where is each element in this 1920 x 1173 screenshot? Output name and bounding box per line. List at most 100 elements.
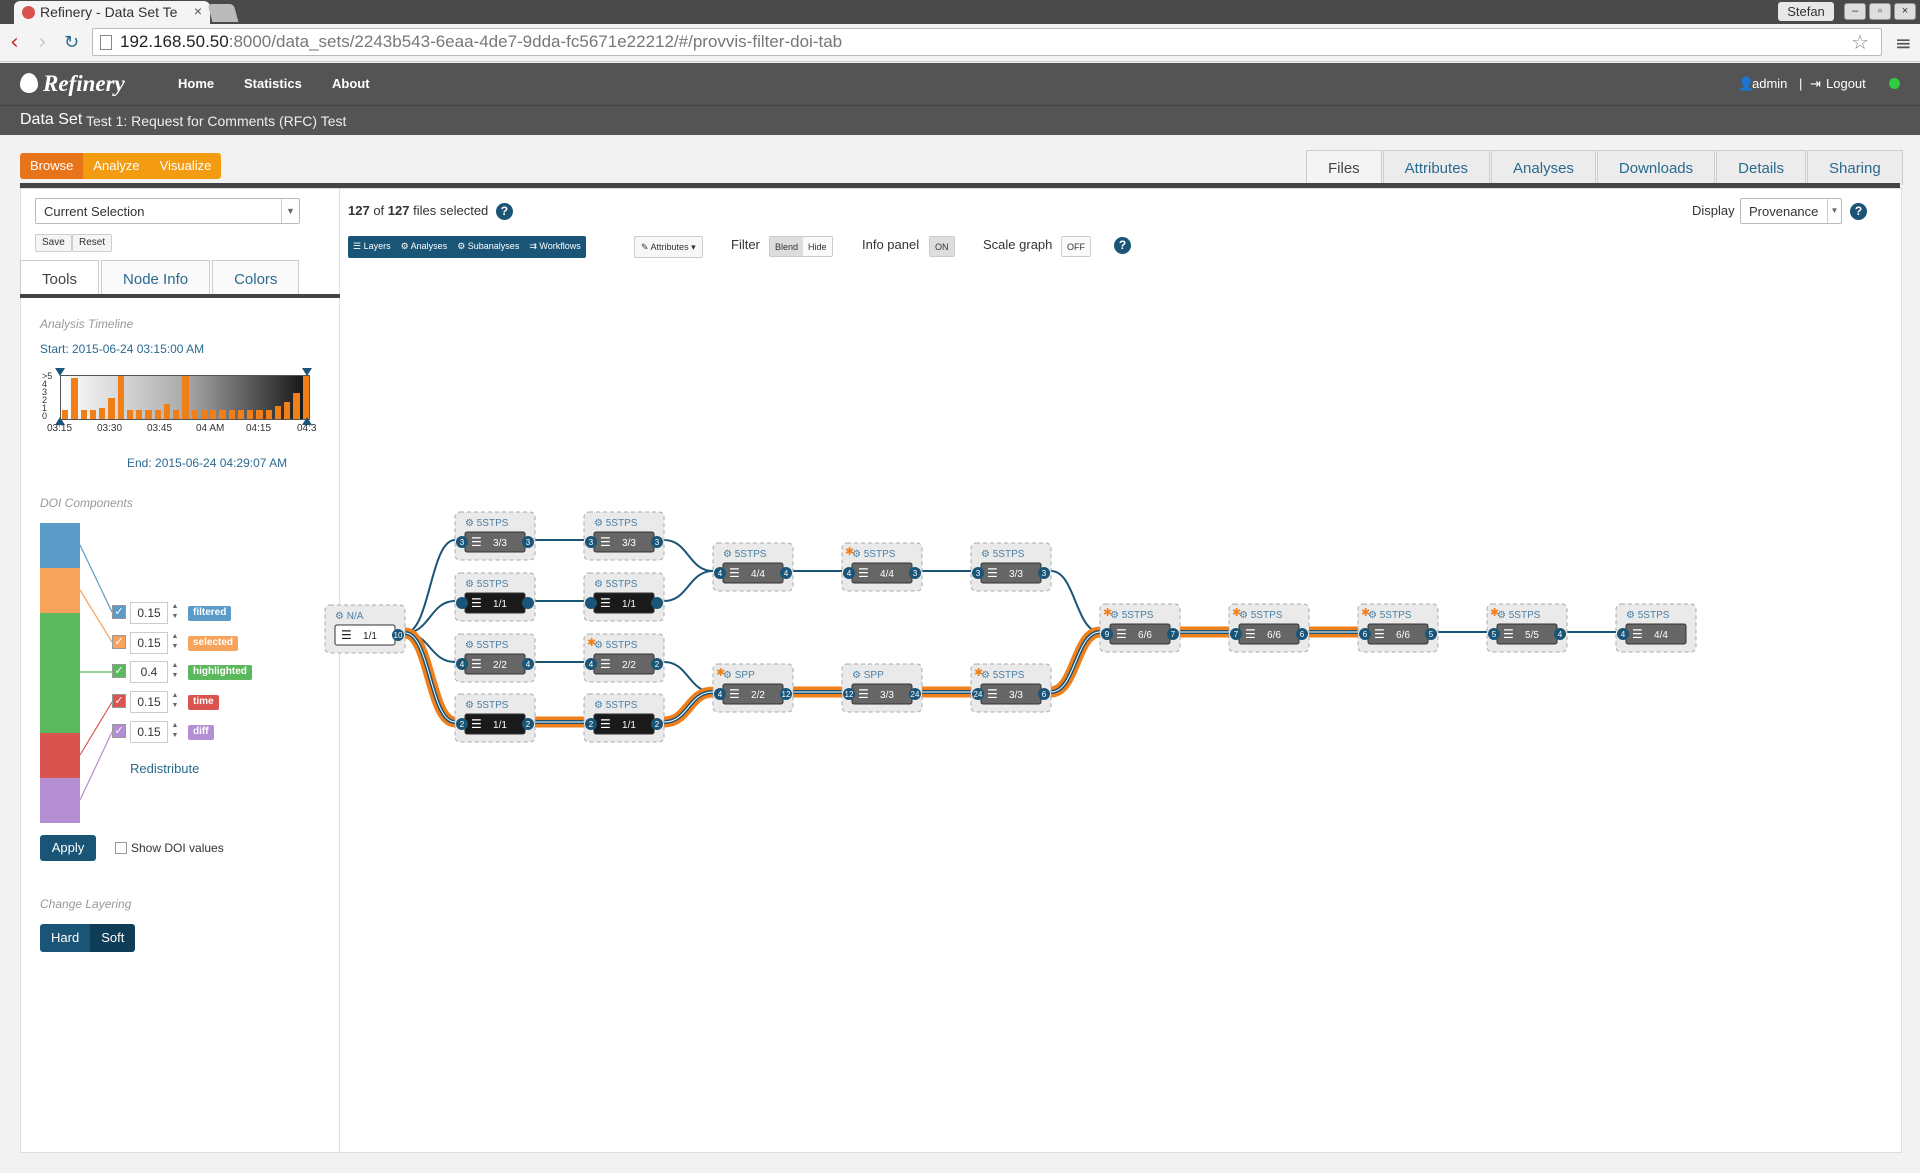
analysis-node-title: ⚙ 5STPS [594,640,638,651]
graph-edge[interactable] [663,570,714,602]
changed-star-icon: ✱ [1490,606,1499,619]
changed-star-icon: ✱ [974,666,983,679]
analysis-node[interactable]: ⚙ 5STPS ☰ 1/1 [454,572,536,622]
port-label: 3 [589,538,594,547]
port-label: 4 [847,569,852,578]
analysis-node[interactable]: ⚙ 5STPS✱ ☰ 6/6 6 5 [1357,603,1439,653]
file-count: 1/1 [493,599,507,610]
analysis-node[interactable]: ⚙ 5STPS✱ ☰ 2/2 4 2 [583,633,665,683]
analysis-node-title: ⚙ SPP [723,670,755,681]
analysis-node-title: ⚙ 5STPS [594,518,638,529]
analysis-node[interactable]: ⚙ 5STPS ☰ 3/3 3 3 [454,511,536,561]
file-count: 6/6 [1396,630,1410,641]
analysis-node-title: ⚙ 5STPS [594,700,638,711]
analysis-node-title: ⚙ 5STPS [1626,610,1670,621]
changed-star-icon: ✱ [587,636,596,649]
analysis-node-title: ⚙ 5STPS [465,640,509,651]
port-circle [456,597,468,609]
analysis-node-title: ⚙ 5STPS [1497,610,1541,621]
menu-icon: ☰ [471,596,482,610]
port-label: 24 [974,690,983,699]
menu-icon: ☰ [471,717,482,731]
file-count: 2/2 [622,660,636,671]
analysis-node[interactable]: ⚙ 5STPS✱ ☰ 3/3 24 6 [970,663,1052,713]
analysis-node[interactable]: ⚙ SPP ☰ 3/3 12 24 [841,663,923,713]
port-label: 3 [1042,569,1047,578]
analysis-node[interactable]: ⚙ 5STPS✱ ☰ 6/6 9 7 [1099,603,1181,653]
menu-icon: ☰ [600,535,611,549]
port-label: 2 [589,720,594,729]
file-count: 3/3 [622,538,636,549]
analysis-node-title: ⚙ 5STPS [1368,610,1412,621]
port-label: 9 [1105,630,1110,639]
port-label: 5 [1429,630,1434,639]
file-count: 6/6 [1138,630,1152,641]
menu-icon: ☰ [1116,627,1127,641]
graph-edge[interactable] [1050,570,1101,633]
port-label: 24 [911,690,920,699]
analysis-node-title: ⚙ 5STPS [723,549,767,560]
file-count: 4/4 [880,569,894,580]
analysis-node[interactable]: ⚙ 5STPS ☰ 4/4 4 [1615,603,1697,653]
port-label: 4 [718,690,723,699]
analysis-node[interactable]: ⚙ 5STPS ☰ 3/3 3 3 [583,511,665,561]
analysis-node[interactable]: ⚙ 5STPS✱ ☰ 4/4 4 3 [841,542,923,592]
analysis-node[interactable]: ⚙ 5STPS✱ ☰ 6/6 7 6 [1228,603,1310,653]
port-label: 4 [1558,630,1563,639]
port-label: 12 [782,690,791,699]
file-count: 1/1 [363,631,377,642]
port-label: 4 [718,569,723,578]
file-count: 1/1 [493,720,507,731]
analysis-node[interactable]: ⚙ 5STPS ☰ 4/4 4 4 [712,542,794,592]
changed-star-icon: ✱ [845,545,854,558]
analysis-node[interactable]: ⚙ 5STPS ☰ 3/3 3 3 [970,542,1052,592]
file-count: 3/3 [1009,690,1023,701]
menu-icon: ☰ [1245,627,1256,641]
port-circle [522,597,534,609]
menu-icon: ☰ [471,535,482,549]
port-label: 2 [460,720,465,729]
port-label: 6 [1300,630,1305,639]
menu-icon: ☰ [341,628,352,642]
port-label: 2 [655,660,660,669]
file-count: 1/1 [622,599,636,610]
analysis-node[interactable]: ⚙ SPP✱ ☰ 2/2 4 12 [712,663,794,713]
analysis-node-title: ⚙ 5STPS [465,700,509,711]
port-label: 4 [526,660,531,669]
menu-icon: ☰ [729,687,740,701]
file-count: 3/3 [1009,569,1023,580]
changed-star-icon: ✱ [716,666,725,679]
analysis-node-title: ⚙ 5STPS [1239,610,1283,621]
provenance-graph[interactable]: ⚙ N/A☰ 1/1 10⚙ 5STPS☰ 3/33 3⚙ 5STPS☰ 1/1⚙ 5ST… [0,0,1920,1173]
port-label: 2 [526,720,531,729]
analysis-node[interactable]: ⚙ 5STPS ☰ 1/1 2 2 [583,693,665,743]
port-label: 4 [784,569,789,578]
menu-icon: ☰ [1374,627,1385,641]
menu-icon: ☰ [729,566,740,580]
analysis-node[interactable]: ⚙ 5STPS ☰ 1/1 2 2 [454,693,536,743]
port-label: 4 [1621,630,1626,639]
port-label: 3 [913,569,918,578]
changed-star-icon: ✱ [1103,606,1112,619]
port-label: 3 [655,538,660,547]
file-count: 3/3 [880,690,894,701]
port-label: 12 [845,690,854,699]
file-count: 6/6 [1267,630,1281,641]
analysis-node[interactable]: ⚙ 5STPS ☰ 2/2 4 4 [454,633,536,683]
analysis-node[interactable]: ⚙ N/A ☰ 1/1 10 [324,604,406,654]
port-label: 3 [460,538,465,547]
menu-icon: ☰ [858,687,869,701]
menu-icon: ☰ [1632,627,1643,641]
graph-edge[interactable] [404,600,456,634]
file-count: 4/4 [751,569,765,580]
port-label: 2 [655,720,660,729]
file-count: 1/1 [622,720,636,731]
port-circle [651,597,663,609]
file-count: 4/4 [1654,630,1668,641]
analysis-node[interactable]: ⚙ 5STPS ☰ 1/1 [583,572,665,622]
graph-edge[interactable] [663,539,714,572]
changed-star-icon: ✱ [1232,606,1241,619]
graph-edge[interactable] [404,539,456,634]
port-label: 4 [589,660,594,669]
analysis-node[interactable]: ⚙ 5STPS✱ ☰ 5/5 5 4 [1486,603,1568,653]
